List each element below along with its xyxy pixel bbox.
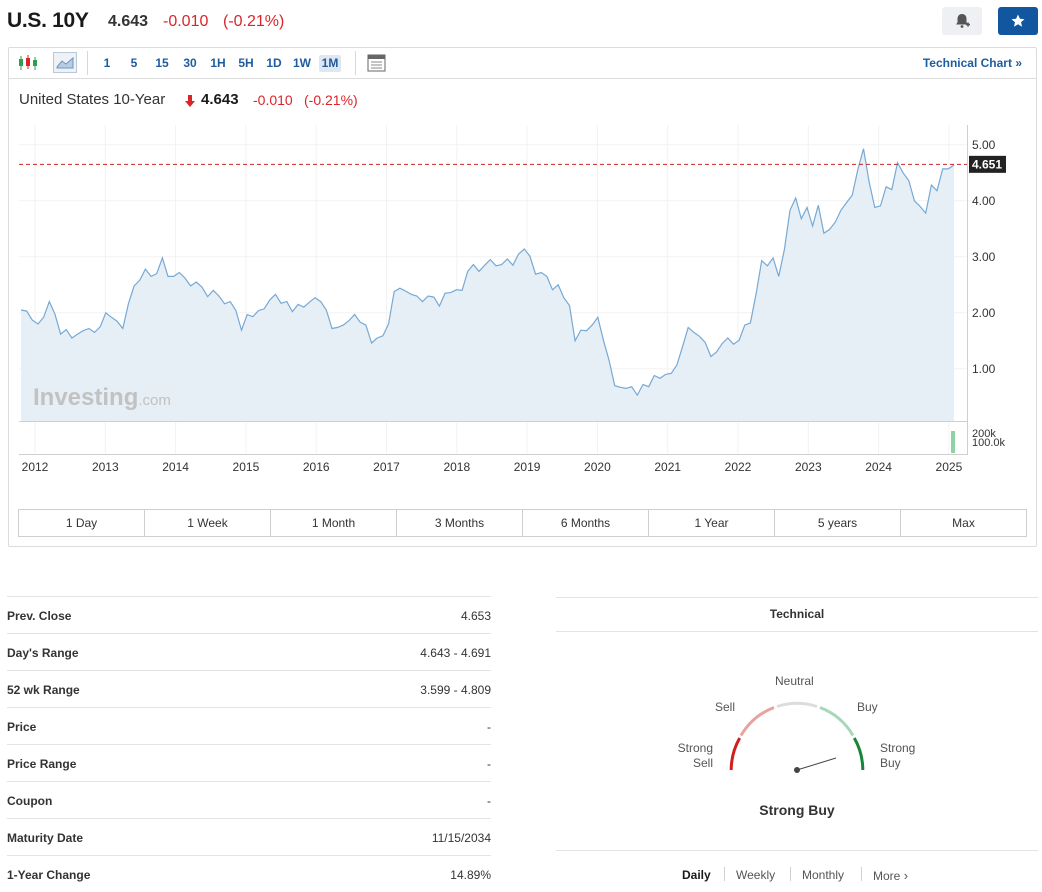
range-1-year[interactable]: 1 Year xyxy=(649,510,775,536)
gauge-label-strong-buy-line2: Buy xyxy=(880,756,901,770)
technical-summary: Strong Buy xyxy=(759,802,835,818)
x-tick-label: 2022 xyxy=(725,460,752,474)
x-tick-label: 2013 xyxy=(92,460,119,474)
x-tick-label: 2014 xyxy=(162,460,189,474)
watermark-suffix: .com xyxy=(138,392,171,409)
stat-row: Day's Range 4.643 - 4.691 xyxy=(7,633,491,670)
y-tick-label: 1.00 xyxy=(972,362,996,376)
gauge-label-neutral: Neutral xyxy=(775,674,814,688)
x-tick-label: 2023 xyxy=(795,460,822,474)
stat-row: Price Range - xyxy=(7,744,491,781)
price-chart[interactable]: 2012 2013 2014 2015 2016 2017 2018 2019 2020 2021… xyxy=(0,0,1042,500)
divider xyxy=(556,631,1038,632)
period-divider xyxy=(790,867,791,881)
price-area xyxy=(21,148,954,421)
gauge-label-buy: Buy xyxy=(857,700,878,714)
gauge-sell xyxy=(739,706,775,737)
stat-value: 11/15/2034 xyxy=(431,831,491,845)
stat-value: - xyxy=(487,720,491,734)
stat-label: Day's Range xyxy=(7,646,79,660)
technical-gauge xyxy=(729,701,865,773)
x-tick-label: 2024 xyxy=(865,460,892,474)
current-price-label: 4.651 xyxy=(972,157,1002,171)
gauge-label-strong-buy: Strong Buy xyxy=(880,741,915,771)
gauge-strong-buy xyxy=(852,737,865,771)
gauge-label-strong-sell: Strong Sell xyxy=(660,741,713,771)
y-tick-label: 4.00 xyxy=(972,194,996,208)
stat-label: Prev. Close xyxy=(7,609,72,623)
gauge-pivot xyxy=(794,767,800,773)
range-3-months[interactable]: 3 Months xyxy=(397,510,523,536)
range-1-month[interactable]: 1 Month xyxy=(271,510,397,536)
stat-row: Coupon - xyxy=(7,781,491,818)
stat-label: 1-Year Change xyxy=(7,868,91,882)
period-divider xyxy=(724,867,725,881)
watermark-main: Investing xyxy=(33,384,138,411)
gauge-needle xyxy=(796,757,837,771)
y-tick-label: 5.00 xyxy=(972,138,996,152)
x-tick-label: 2021 xyxy=(654,460,681,474)
volume-bar xyxy=(951,431,955,453)
stat-row: Price - xyxy=(7,707,491,744)
range-max[interactable]: Max xyxy=(901,510,1026,536)
period-tab-monthly[interactable]: Monthly xyxy=(802,868,844,882)
stat-row: Prev. Close 4.653 xyxy=(7,596,491,633)
x-tick-label: 2016 xyxy=(303,460,330,474)
gauge-label-strong-sell-line1: Strong xyxy=(677,741,713,755)
range-6-months[interactable]: 6 Months xyxy=(523,510,649,536)
gauge-strong-sell xyxy=(729,737,742,771)
gauge-label-strong-sell-line2: Sell xyxy=(692,756,713,770)
y-tick-label: 2.00 xyxy=(972,306,996,320)
x-tick-label: 2025 xyxy=(936,460,963,474)
x-tick-label: 2019 xyxy=(514,460,541,474)
stat-value: - xyxy=(487,794,491,808)
period-more-label: More xyxy=(873,869,901,883)
stat-value: 14.89% xyxy=(450,868,491,882)
stat-value: 4.653 xyxy=(460,609,491,623)
technical-title: Technical xyxy=(769,607,825,621)
gauge-label-sell: Sell xyxy=(715,700,736,714)
period-tab-weekly[interactable]: Weekly xyxy=(736,868,775,882)
x-tick-label: 2020 xyxy=(584,460,611,474)
gauge-label-strong-buy-line1: Strong xyxy=(880,741,916,755)
stat-label: Price xyxy=(7,720,37,734)
period-divider xyxy=(861,867,862,881)
x-tick-label: 2017 xyxy=(373,460,400,474)
stat-label: Coupon xyxy=(7,794,53,808)
period-tab-more[interactable]: More › xyxy=(873,868,908,883)
stat-row: 1-Year Change 14.89% xyxy=(7,855,491,892)
stat-label: Maturity Date xyxy=(7,831,84,845)
chevron-right-icon: › xyxy=(903,868,909,883)
y-tick-label: 3.00 xyxy=(972,250,996,264)
divider xyxy=(556,850,1038,851)
range-5-years[interactable]: 5 years xyxy=(775,510,901,536)
time-range-selector: 1 Day 1 Week 1 Month 3 Months 6 Months 1… xyxy=(18,509,1027,537)
stat-row: Maturity Date 11/15/2034 xyxy=(7,818,491,855)
stat-value: 3.599 - 4.809 xyxy=(420,683,491,697)
stat-label: 52 wk Range xyxy=(7,683,80,697)
x-tick-label: 2018 xyxy=(443,460,470,474)
x-tick-label: 2012 xyxy=(22,460,49,474)
divider xyxy=(556,597,1038,598)
gauge-neutral xyxy=(776,701,818,708)
volume-label-bottom: 100.0k xyxy=(972,437,1006,449)
stat-row: 52 wk Range 3.599 - 4.809 xyxy=(7,670,491,707)
stat-label: Price Range xyxy=(7,757,77,771)
stat-value: - xyxy=(487,757,491,771)
current-price-marker: 4.651 xyxy=(969,155,1006,173)
period-tab-daily[interactable]: Daily xyxy=(682,868,711,882)
gauge-buy xyxy=(819,706,855,737)
range-1-day[interactable]: 1 Day xyxy=(19,510,145,536)
x-tick-label: 2015 xyxy=(233,460,260,474)
range-1-week[interactable]: 1 Week xyxy=(145,510,271,536)
stat-value: 4.643 - 4.691 xyxy=(420,646,491,660)
